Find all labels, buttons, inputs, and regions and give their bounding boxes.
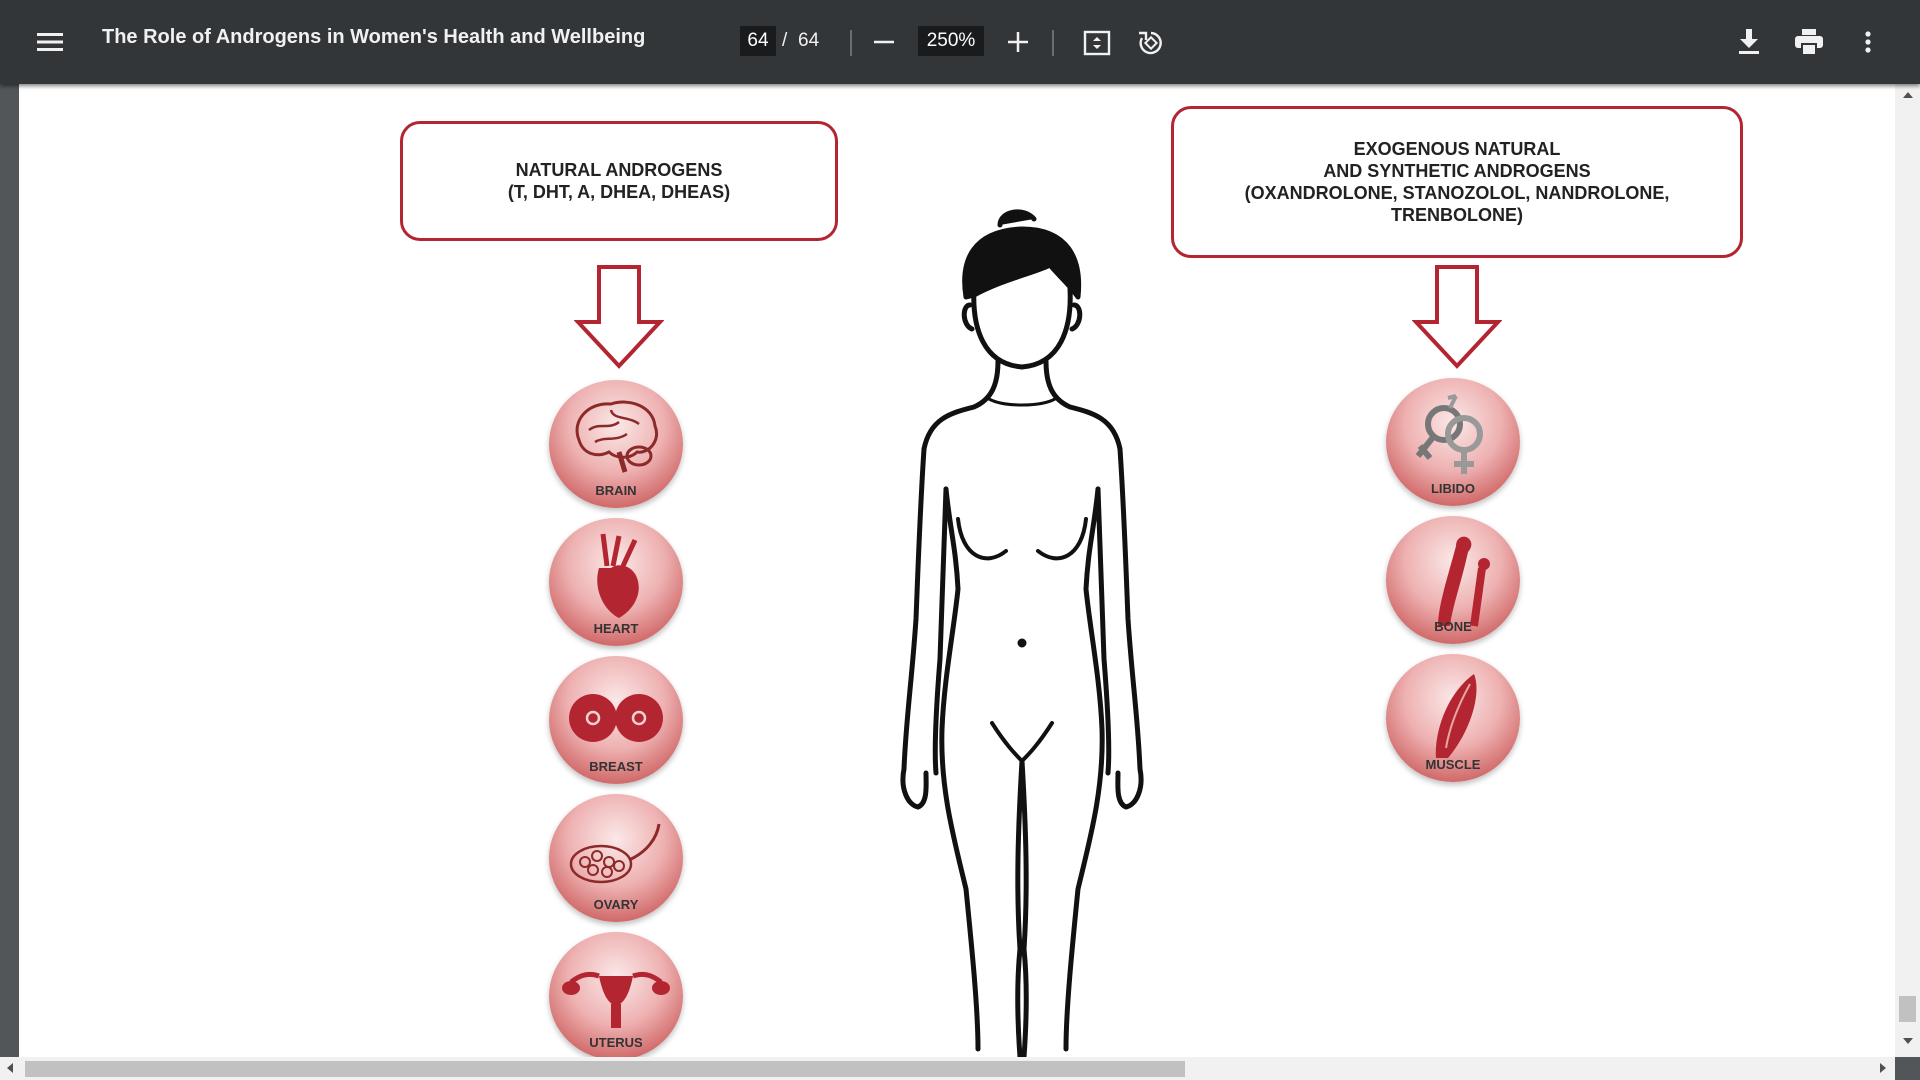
vertical-scroll-thumb[interactable] xyxy=(1899,996,1916,1022)
horizontal-scroll-thumb[interactable] xyxy=(25,1061,1185,1077)
viewer-left-gutter xyxy=(0,84,19,1057)
down-arrow-left xyxy=(574,265,664,369)
page-number-input[interactable]: 64 xyxy=(740,26,776,56)
page-total: 64 xyxy=(798,30,820,51)
zoom-out-icon[interactable] xyxy=(870,28,898,56)
female-body-illustration xyxy=(900,209,1144,1057)
organ-label: MUSCLE xyxy=(1425,757,1481,772)
page-separator: / xyxy=(782,30,788,51)
organ-label: HEART xyxy=(593,621,639,636)
scroll-down-icon[interactable] xyxy=(1903,1038,1913,1044)
pdf-page: NATURAL ANDROGENS (T, DHT, A, DHEA, DHEA… xyxy=(19,84,1895,1057)
organ-circle-muscle: MUSCLE xyxy=(1386,654,1520,782)
rotate-icon[interactable] xyxy=(1136,28,1166,58)
organ-circle-heart: HEART xyxy=(549,518,683,646)
download-icon[interactable] xyxy=(1734,26,1764,58)
down-arrow-right xyxy=(1412,265,1502,369)
organ-circle-brain: BRAIN xyxy=(549,380,683,508)
scroll-left-icon[interactable] xyxy=(7,1063,13,1073)
organ-label: UTERUS xyxy=(589,1035,643,1050)
exogenous-line-3: (OXANDROLONE, STANOZOLOL, NANDROLONE, xyxy=(1244,183,1670,203)
organ-circle-breast: BREAST xyxy=(549,656,683,784)
organ-label: BONE xyxy=(1434,619,1472,634)
organ-circle-libido: LIBIDO xyxy=(1386,378,1520,506)
organ-label: LIBIDO xyxy=(1430,481,1476,496)
menu-icon[interactable] xyxy=(28,22,72,62)
pdf-toolbar: The Role of Androgens in Women's Health … xyxy=(0,0,1920,84)
organ-label: BRAIN xyxy=(595,483,637,498)
scroll-right-icon[interactable] xyxy=(1880,1063,1886,1073)
exogenous-androgens-box: EXOGENOUS NATURAL AND SYNTHETIC ANDROGEN… xyxy=(1171,106,1743,258)
zoom-in-icon[interactable] xyxy=(1004,28,1032,56)
organ-label: BREAST xyxy=(589,759,643,774)
scroll-up-icon[interactable] xyxy=(1903,92,1913,98)
organ-circle-uterus: UTERUS xyxy=(549,932,683,1057)
fit-page-icon[interactable] xyxy=(1082,28,1112,58)
organ-circle-ovary: OVARY xyxy=(549,794,683,922)
vertical-scrollbar[interactable] xyxy=(1895,84,1920,1057)
exogenous-line-4: TRENBOLONE) xyxy=(1391,205,1523,225)
natural-androgens-box: NATURAL ANDROGENS (T, DHT, A, DHEA, DHEA… xyxy=(400,121,838,241)
document-title: The Role of Androgens in Women's Health … xyxy=(102,26,646,48)
natural-androgens-title: NATURAL ANDROGENS xyxy=(515,160,723,180)
zoom-level-input[interactable]: 250% xyxy=(918,26,984,56)
organ-circle-bone: BONE xyxy=(1386,516,1520,644)
organ-label: OVARY xyxy=(593,897,639,912)
exogenous-line-2: AND SYNTHETIC ANDROGENS xyxy=(1323,161,1591,181)
more-vert-icon[interactable] xyxy=(1856,26,1880,58)
toolbar-divider xyxy=(850,30,852,56)
exogenous-line-1: EXOGENOUS NATURAL xyxy=(1353,139,1561,159)
toolbar-divider xyxy=(1052,30,1054,56)
print-icon[interactable] xyxy=(1792,26,1826,58)
natural-androgens-list: (T, DHT, A, DHEA, DHEAS) xyxy=(507,182,731,202)
horizontal-scrollbar[interactable] xyxy=(0,1057,1895,1080)
